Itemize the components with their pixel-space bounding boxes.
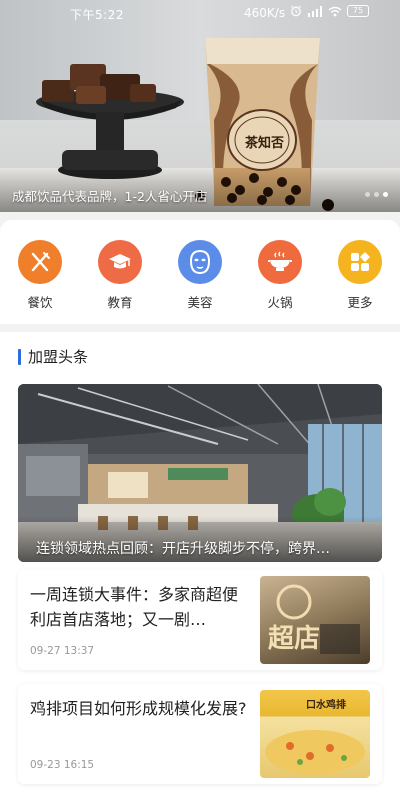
signal-bars-icon — [308, 5, 322, 17]
hotpot-icon — [258, 240, 302, 284]
news-card[interactable]: 鸡排项目如何形成规模化发展? 09-23 16:15 口水鸡排 — [18, 684, 382, 784]
featured-article-caption: 连锁领域热点回顾：开店升级脚步不停，跨界… — [36, 541, 330, 557]
category-label: 美容 — [187, 295, 213, 310]
wifi-icon — [328, 6, 342, 16]
category-grid: 餐饮 教育 美容 火锅 更多 — [0, 220, 400, 324]
banner-pagination — [365, 192, 388, 197]
banner-dot[interactable] — [365, 192, 370, 197]
grid-more-icon — [338, 240, 382, 284]
food-sign-text: 口水鸡排 — [306, 700, 346, 711]
category-label: 火锅 — [267, 295, 293, 310]
category-label: 餐饮 — [27, 295, 53, 310]
banner-caption[interactable]: 成都饮品代表品牌，1-2人省心开店 — [12, 186, 207, 205]
category-label: 更多 — [347, 295, 373, 310]
status-bar: 下午5:22 460K/s 75 — [0, 0, 400, 26]
banner-dot-active[interactable] — [383, 192, 388, 197]
utensils-icon — [18, 240, 62, 284]
status-time: 下午5:22 — [70, 8, 124, 22]
cup-brand-text: 茶知否 — [245, 136, 285, 151]
news-card-date: 09-27 13:37 — [30, 645, 95, 657]
category-beauty[interactable]: 美容 — [168, 240, 232, 311]
alarm-clock-icon — [291, 5, 301, 17]
news-card-date: 09-23 16:15 — [30, 759, 95, 771]
news-card-thumbnail: 超店 — [260, 576, 370, 664]
news-card-thumbnail: 口水鸡排 — [260, 690, 370, 778]
news-section: 加盟头条 连锁领域热点回顾：开店升级脚步不停，跨界… 一周连锁大事件：多家商超便… — [0, 332, 400, 800]
section-accent-bar — [18, 348, 21, 365]
status-icons: 75 — [290, 5, 369, 17]
store-sign-text: 超店 — [268, 624, 321, 654]
news-card-title: 一周连锁大事件：多家商超便利店首店落地；又一剧… — [30, 585, 239, 629]
face-mask-icon — [178, 240, 222, 284]
banner-dot[interactable] — [374, 192, 379, 197]
news-card-title: 鸡排项目如何形成规模化发展? — [30, 699, 247, 718]
category-hotpot[interactable]: 火锅 — [248, 240, 312, 311]
category-more[interactable]: 更多 — [328, 240, 392, 311]
graduation-cap-icon — [98, 240, 142, 284]
category-label: 教育 — [107, 295, 133, 310]
featured-article[interactable]: 连锁领域热点回顾：开店升级脚步不停，跨界… — [18, 384, 382, 562]
category-catering[interactable]: 餐饮 — [8, 240, 72, 311]
battery-indicator: 75 — [347, 5, 369, 17]
top-banner[interactable]: 茶知否 下午5:22 460K/s 75 成都饮品代表品牌，1-2人省心开店 — [0, 0, 400, 212]
network-speed: 460K/s — [244, 6, 286, 20]
section-header: 加盟头条 — [18, 346, 88, 367]
section-title: 加盟头条 — [28, 348, 89, 366]
news-card[interactable]: 一周连锁大事件：多家商超便利店首店落地；又一剧… 09-27 13:37 超店 — [18, 570, 382, 670]
category-education[interactable]: 教育 — [88, 240, 152, 311]
